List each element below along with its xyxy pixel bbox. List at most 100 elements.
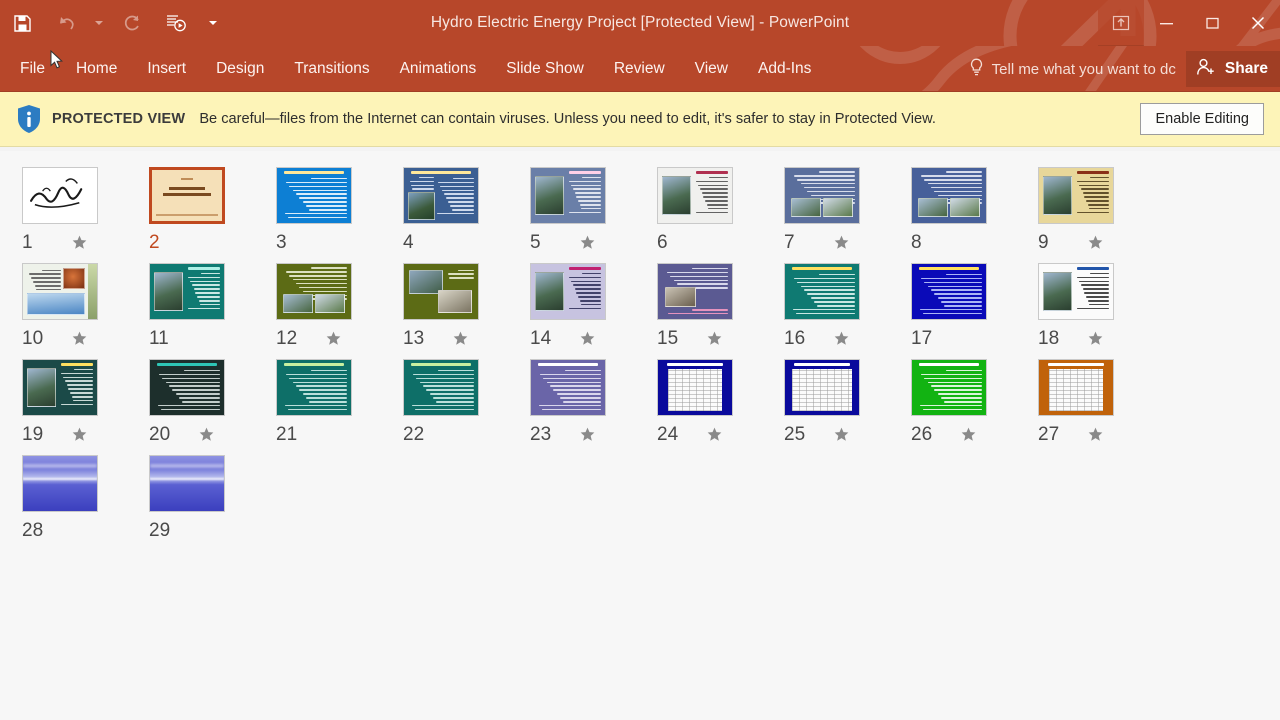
slide-preview[interactable] — [276, 263, 352, 320]
slide-thumb-frame[interactable] — [657, 263, 733, 320]
slide-thumbnail-27[interactable]: 27 — [1038, 359, 1165, 445]
slide-thumb-frame[interactable] — [22, 167, 98, 224]
animation-star-icon[interactable] — [834, 427, 849, 442]
slide-preview[interactable] — [530, 359, 606, 416]
animation-star-icon[interactable] — [1088, 235, 1103, 250]
slide-thumbnail-11[interactable]: 11 — [149, 263, 276, 349]
slide-thumbnail-29[interactable]: 29 — [149, 455, 276, 541]
slide-thumbnail-18[interactable]: 18 — [1038, 263, 1165, 349]
slide-thumbnail-9[interactable]: 9 — [1038, 167, 1165, 253]
slide-thumbnail-3[interactable]: 3 — [276, 167, 403, 253]
slide-thumb-frame[interactable] — [657, 359, 733, 416]
undo-dropdown-icon[interactable] — [88, 0, 110, 46]
slide-preview[interactable] — [530, 167, 606, 224]
slide-preview[interactable] — [1038, 359, 1114, 416]
slide-thumbnail-10[interactable]: 10 — [22, 263, 149, 349]
slide-preview[interactable] — [149, 167, 225, 224]
tab-transitions[interactable]: Transitions — [279, 46, 384, 91]
slide-thumbnail-17[interactable]: 17 — [911, 263, 1038, 349]
slide-thumbnail-24[interactable]: 24 — [657, 359, 784, 445]
slide-preview[interactable] — [784, 263, 860, 320]
slide-thumb-frame[interactable] — [403, 263, 479, 320]
slide-thumb-frame[interactable] — [784, 359, 860, 416]
slide-thumbnail-26[interactable]: 26 — [911, 359, 1038, 445]
animation-star-icon[interactable] — [834, 235, 849, 250]
redo-icon[interactable] — [110, 0, 154, 46]
slide-preview[interactable] — [276, 359, 352, 416]
slide-preview[interactable] — [657, 167, 733, 224]
tab-design[interactable]: Design — [201, 46, 279, 91]
slide-thumb-frame[interactable] — [276, 167, 352, 224]
tab-insert[interactable]: Insert — [132, 46, 201, 91]
animation-star-icon[interactable] — [707, 427, 722, 442]
undo-icon[interactable] — [44, 0, 88, 46]
animation-star-icon[interactable] — [326, 331, 341, 346]
maximize-icon[interactable] — [1190, 0, 1236, 46]
save-icon[interactable] — [0, 0, 44, 46]
slide-thumb-frame[interactable] — [403, 167, 479, 224]
slide-thumbnail-7[interactable]: 7 — [784, 167, 911, 253]
slide-thumb-frame[interactable] — [22, 455, 98, 512]
slide-preview[interactable] — [22, 167, 98, 224]
slide-thumb-frame[interactable] — [149, 167, 225, 224]
close-icon[interactable] — [1236, 0, 1280, 46]
slide-thumb-frame[interactable] — [149, 263, 225, 320]
slide-thumbnail-23[interactable]: 23 — [530, 359, 657, 445]
slide-preview[interactable] — [403, 167, 479, 224]
slide-preview[interactable] — [22, 455, 98, 512]
animation-star-icon[interactable] — [580, 235, 595, 250]
slide-thumbnail-14[interactable]: 14 — [530, 263, 657, 349]
slide-thumbnail-21[interactable]: 21 — [276, 359, 403, 445]
slide-preview[interactable] — [403, 359, 479, 416]
slide-preview[interactable] — [911, 263, 987, 320]
customize-qat-icon[interactable] — [198, 0, 228, 46]
slide-thumbnail-13[interactable]: 13 — [403, 263, 530, 349]
animation-star-icon[interactable] — [199, 427, 214, 442]
slide-thumb-frame[interactable] — [911, 167, 987, 224]
tab-view[interactable]: View — [680, 46, 743, 91]
slide-sorter-canvas[interactable]: 1 2 3 4 5 6 7 8 9 10 11 12 13 14 15 16 17 18 19 20 21 22 23 24 2… — [0, 151, 1280, 720]
slide-preview[interactable] — [657, 359, 733, 416]
slide-preview[interactable] — [911, 167, 987, 224]
slide-thumb-frame[interactable] — [911, 359, 987, 416]
slide-thumbnail-4[interactable]: 4 — [403, 167, 530, 253]
tab-animations[interactable]: Animations — [385, 46, 492, 91]
slide-thumbnail-1[interactable]: 1 — [22, 167, 149, 253]
tab-file[interactable]: File — [0, 46, 61, 91]
slide-thumb-frame[interactable] — [530, 263, 606, 320]
slide-thumb-frame[interactable] — [1038, 263, 1114, 320]
slide-thumbnail-22[interactable]: 22 — [403, 359, 530, 445]
slide-thumb-frame[interactable] — [22, 359, 98, 416]
slide-thumb-frame[interactable] — [276, 359, 352, 416]
slide-thumb-frame[interactable] — [276, 263, 352, 320]
animation-star-icon[interactable] — [834, 331, 849, 346]
animation-star-icon[interactable] — [1088, 331, 1103, 346]
slide-preview[interactable] — [149, 359, 225, 416]
slide-thumbnail-5[interactable]: 5 — [530, 167, 657, 253]
slide-preview[interactable] — [276, 167, 352, 224]
ribbon-display-options-icon[interactable] — [1098, 0, 1144, 46]
slide-thumbnail-2[interactable]: 2 — [149, 167, 276, 253]
slide-preview[interactable] — [530, 263, 606, 320]
tab-review[interactable]: Review — [599, 46, 680, 91]
tab-home[interactable]: Home — [61, 46, 132, 91]
slide-thumbnail-25[interactable]: 25 — [784, 359, 911, 445]
slide-thumbnail-8[interactable]: 8 — [911, 167, 1038, 253]
animation-star-icon[interactable] — [1088, 427, 1103, 442]
share-button[interactable]: Share — [1185, 51, 1280, 87]
slide-thumb-frame[interactable] — [403, 359, 479, 416]
animation-star-icon[interactable] — [580, 331, 595, 346]
slide-thumb-frame[interactable] — [530, 167, 606, 224]
slide-thumb-frame[interactable] — [1038, 359, 1114, 416]
slide-preview[interactable] — [1038, 167, 1114, 224]
slide-thumb-frame[interactable] — [784, 263, 860, 320]
slide-thumb-frame[interactable] — [911, 263, 987, 320]
slide-thumb-frame[interactable] — [657, 167, 733, 224]
slide-thumbnail-6[interactable]: 6 — [657, 167, 784, 253]
tell-me-search[interactable]: Tell me what you want to dc — [969, 46, 1186, 91]
slide-preview[interactable] — [657, 263, 733, 320]
slide-preview[interactable] — [784, 359, 860, 416]
slide-thumb-frame[interactable] — [1038, 167, 1114, 224]
start-slideshow-icon[interactable] — [154, 0, 198, 46]
animation-star-icon[interactable] — [72, 331, 87, 346]
